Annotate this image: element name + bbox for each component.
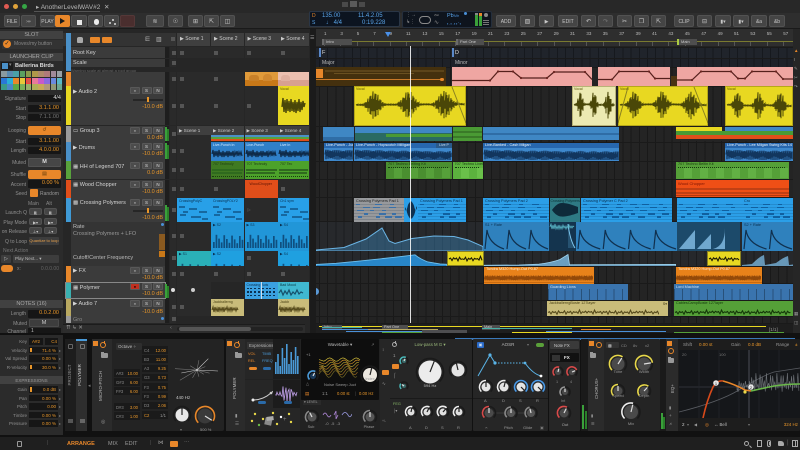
svg-text:20: 20 [682,352,687,357]
svg-text:100: 100 [719,352,726,357]
